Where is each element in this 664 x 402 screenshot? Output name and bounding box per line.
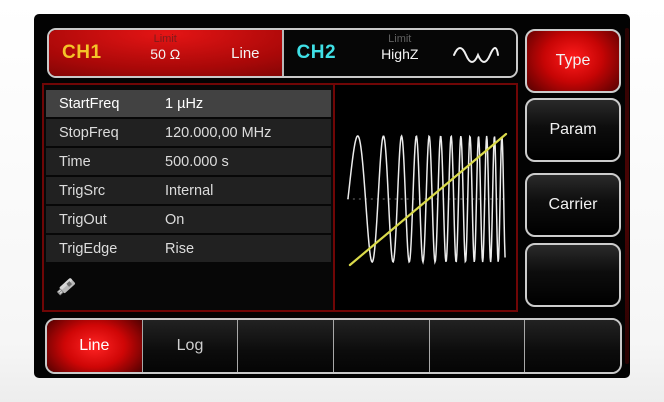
ch1-status-tab[interactable]: CH1 Limit 50 Ω Line	[49, 30, 282, 76]
menu-button-type[interactable]: Type	[525, 29, 621, 93]
param-value: 500.000 s	[165, 153, 229, 170]
softkey-label: Line	[79, 337, 110, 354]
param-label: TrigOut	[59, 211, 107, 228]
param-row-stopfreq[interactable]: StopFreq 120.000,00 MHz	[46, 119, 331, 146]
softkey-log[interactable]: Log	[142, 320, 239, 372]
bottom-softkey-row: Line Log	[45, 318, 622, 374]
sweep-settings-panel: StartFreq 1 µHz StopFreq 120.000,00 MHz …	[42, 83, 518, 312]
softkey-empty-1	[238, 320, 335, 372]
param-value: Rise	[165, 240, 195, 257]
menu-button-empty	[525, 243, 621, 307]
parameter-list: StartFreq 1 µHz StopFreq 120.000,00 MHz …	[44, 85, 333, 310]
param-value: 1 µHz	[165, 95, 204, 112]
softkey-line[interactable]: Line	[47, 320, 143, 372]
ch1-limit-value: 50 Ω	[150, 45, 181, 62]
channel-status-bar: CH1 Limit 50 Ω Line CH2 Limit HighZ	[47, 28, 518, 78]
menu-button-carrier[interactable]: Carrier	[525, 173, 621, 237]
sine-wave-icon	[453, 47, 499, 63]
param-label: Time	[59, 153, 91, 170]
param-label: TrigSrc	[59, 182, 106, 199]
menu-button-param[interactable]: Param	[525, 98, 621, 162]
waveform-preview	[333, 85, 516, 310]
param-row-time[interactable]: Time 500.000 s	[46, 148, 331, 175]
ch2-status-tab[interactable]: CH2 Limit HighZ	[281, 30, 516, 76]
param-value: 120.000,00 MHz	[165, 124, 272, 141]
ch2-limit-label: Limit	[388, 33, 412, 45]
photo-background: CH1 Limit 50 Ω Line CH2 Limit HighZ Star…	[0, 0, 664, 402]
waveform-svg	[346, 132, 508, 267]
ch1-limit: Limit 50 Ω	[150, 33, 180, 62]
ch2-limit: Limit HighZ	[381, 33, 418, 62]
device-screen: CH1 Limit 50 Ω Line CH2 Limit HighZ Star…	[34, 14, 630, 378]
param-value: Internal	[165, 182, 214, 199]
ch1-sweep-type: Line	[231, 44, 260, 62]
param-row-startfreq[interactable]: StartFreq 1 µHz	[46, 90, 331, 117]
softkey-label: Log	[176, 337, 204, 354]
param-label: TrigEdge	[59, 240, 118, 257]
param-row-trigout[interactable]: TrigOut On	[46, 206, 331, 233]
usb-drive-icon	[56, 278, 76, 296]
param-row-trigedge[interactable]: TrigEdge Rise	[46, 235, 331, 262]
ch1-limit-label: Limit	[153, 33, 177, 45]
menu-button-label: Carrier	[548, 196, 598, 213]
softkey-empty-2	[334, 320, 430, 372]
param-row-trigsrc[interactable]: TrigSrc Internal	[46, 177, 331, 204]
param-label: StopFreq	[59, 124, 119, 141]
param-value: On	[165, 211, 185, 228]
ch2-limit-value: HighZ	[381, 45, 419, 62]
menu-button-label: Type	[555, 52, 591, 69]
softkey-empty-3	[429, 320, 526, 372]
softkey-empty-4	[525, 320, 620, 372]
ch2-label: CH2	[296, 42, 337, 63]
param-label: StartFreq	[59, 95, 120, 112]
menu-button-label: Param	[549, 121, 597, 138]
ch1-label: CH1	[62, 42, 102, 63]
